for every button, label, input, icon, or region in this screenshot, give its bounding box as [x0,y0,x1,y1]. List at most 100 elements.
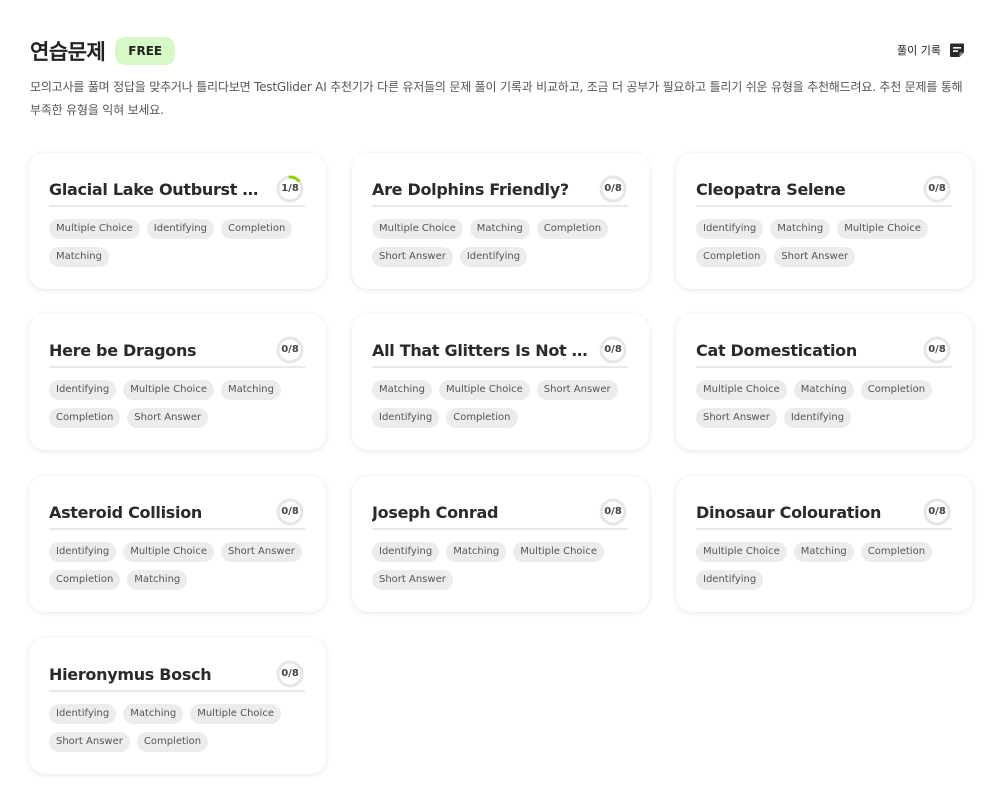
question-type-tag: Completion [860,380,933,400]
card-title: Joseph Conrad [372,502,499,522]
card-header: Hieronymus Bosch 0/8 [49,658,305,692]
exercise-card[interactable]: Hieronymus Bosch 0/8 Identifying Matching Mu… [29,638,326,774]
card-title: Asteroid Collision [49,502,202,522]
question-type-tag: Matching [793,542,854,562]
exercise-card[interactable]: Joseph Conrad 0/8 Identifying Matching Multi… [352,476,649,612]
question-type-tag: Identifying [696,219,764,239]
page-description: 모의고사를 풀며 정답을 맞추거나 틀리다보면 TestGlider AI 추천… [30,80,963,117]
page-title: 연습문제 [30,40,106,64]
progress-label: 0/8 [928,506,946,517]
question-type-tag: Completion [536,219,609,239]
question-type-tag: Multiple Choice [696,380,787,400]
exercise-card[interactable]: Glacial Lake Outburst Floo... 1/8 Multiple… [29,153,326,289]
question-type-tag: Identifying [49,704,117,724]
tag-list: Identifying Matching Multiple Choice Short … [372,542,634,598]
exercise-card[interactable]: Cleopatra Selene 0/8 Identifying Matching Mu… [676,153,973,289]
card-header: Cleopatra Selene 0/8 [696,173,952,207]
card-title: Glacial Lake Outburst Floo... [49,179,269,199]
question-type-tag: Short Answer [696,408,777,428]
question-type-tag: Matching [221,380,281,400]
exercise-card[interactable]: Here be Dragons 0/8 Identifying Multiple Ch… [29,314,326,450]
tag-list: Identifying Multiple Choice Matching Comple… [49,380,311,436]
exercise-card[interactable]: Dinosaur Colouration 0/8 Multiple Choice Ma… [676,476,973,612]
history-button[interactable]: 풀이 기록 [897,42,965,58]
card-title: Hieronymus Bosch [49,664,212,684]
question-type-tag: Matching [793,380,854,400]
question-type-tag: Multiple Choice [372,219,463,239]
progress-label: 0/8 [928,344,946,355]
question-type-tag: Matching [127,570,188,590]
question-type-tag: Short Answer [372,570,453,590]
card-title: Cleopatra Selene [696,179,846,199]
progress-label: 0/8 [604,183,622,194]
progress-ring: 0/8 [922,335,952,365]
progress-ring: 0/8 [275,659,305,689]
progress-ring: 0/8 [922,174,952,204]
progress-ring: 0/8 [275,335,305,365]
card-title: Dinosaur Colouration [696,502,882,522]
card-header: Dinosaur Colouration 0/8 [696,496,952,530]
tag-list: Multiple Choice Matching Completion Identif… [696,542,958,598]
question-type-tag: Identifying [372,408,440,428]
question-type-tag: Completion [696,247,768,267]
question-type-tag: Short Answer [127,408,209,428]
progress-label: 0/8 [281,668,299,679]
question-type-tag: Multiple Choice [696,542,787,562]
progress-ring: 1/8 [275,174,305,204]
tag-list: Matching Multiple Choice Short Answer Ident… [372,380,634,436]
question-type-tag: Multiple Choice [123,380,214,400]
note-icon [949,42,965,58]
question-type-tag: Multiple Choice [49,219,140,239]
question-type-tag: Identifying [696,570,764,590]
progress-label: 0/8 [604,506,622,517]
question-type-tag: Completion [49,570,121,590]
question-type-tag: Multiple Choice [513,542,604,562]
question-type-tag: Completion [221,219,293,239]
progress-label: 0/8 [281,506,299,517]
progress-label: 0/8 [281,344,299,355]
card-title: All That Glitters Is Not Gold [372,340,592,360]
card-header: Joseph Conrad 0/8 [372,496,628,530]
question-type-tag: Matching [770,219,831,239]
question-type-tag: Short Answer [372,247,453,267]
question-type-tag: Matching [446,542,507,562]
question-type-tag: Completion [136,732,209,752]
exercise-card[interactable]: Asteroid Collision 0/8 Identifying Multiple… [29,476,326,612]
question-type-tag: Multiple Choice [837,219,928,239]
card-header: Are Dolphins Friendly? 0/8 [372,173,628,207]
history-label: 풀이 기록 [897,44,941,57]
progress-ring: 0/8 [922,497,952,527]
card-header: Cat Domestication 0/8 [696,334,952,368]
page-header: 연습문제 FREE 풀이 기록 모의고사를 풀며 정답을 맞추거나 틀리다보면 … [30,36,973,122]
title-row: 연습문제 FREE [30,36,973,66]
question-type-tag: Completion [860,542,933,562]
exercise-card[interactable]: Are Dolphins Friendly? 0/8 Multiple Choice… [352,153,649,289]
question-type-tag: Short Answer [774,247,856,267]
question-type-tag: Identifying [146,219,214,239]
question-type-tag: Matching [372,380,432,400]
card-title: Cat Domestication [696,340,857,360]
progress-ring: 0/8 [598,335,628,365]
question-type-tag: Matching [49,247,109,267]
question-type-tag: Short Answer [221,542,302,562]
progress-ring: 0/8 [275,497,305,527]
question-type-tag: Identifying [459,247,528,267]
card-header: All That Glitters Is Not Gold 0/8 [372,334,628,368]
tag-list: Identifying Matching Multiple Choice Comple… [696,219,958,275]
card-title: Here be Dragons [49,340,197,360]
question-type-tag: Matching [123,704,184,724]
progress-label: 0/8 [604,344,622,355]
card-header: Asteroid Collision 0/8 [49,496,305,530]
exercise-card[interactable]: Cat Domestication 0/8 Multiple Choice Match… [676,314,973,450]
exercise-card[interactable]: All That Glitters Is Not Gold 0/8 Matching… [352,314,649,450]
question-type-tag: Completion [446,408,518,428]
free-badge: FREE [115,37,176,65]
question-type-tag: Multiple Choice [190,704,281,724]
tag-list: Multiple Choice Matching Completion Short A… [372,219,634,275]
progress-ring: 0/8 [598,174,628,204]
tag-list: Multiple Choice Matching Completion Short A… [696,380,958,436]
question-type-tag: Multiple Choice [123,542,214,562]
question-type-tag: Identifying [49,380,117,400]
question-type-tag: Matching [469,219,530,239]
question-type-tag: Identifying [783,408,852,428]
